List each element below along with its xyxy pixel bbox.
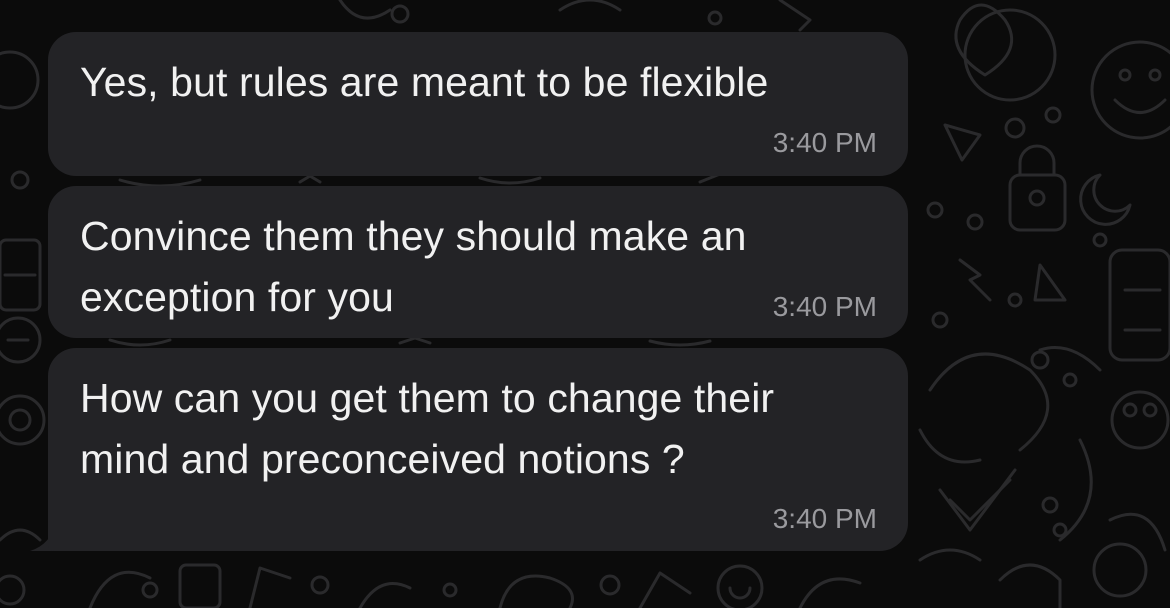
message-bubble[interactable]: Convince them they should make an except… <box>48 186 908 338</box>
message-timestamp: 3:40 PM <box>772 503 877 534</box>
chat-background: Yes, but rules are meant to be flexible … <box>0 0 1170 608</box>
message-text-line: exception for you <box>80 274 394 320</box>
message-text: Yes, but rules are meant to be flexible <box>80 59 769 105</box>
message-text-line: mind and preconceived notions ? <box>80 436 685 482</box>
message-bubble[interactable]: Yes, but rules are meant to be flexible … <box>48 32 908 176</box>
message-text: Convince them they should make an except… <box>80 206 880 328</box>
message-text-line: How can you get them to change their <box>80 375 775 421</box>
message-timestamp: 3:40 PM <box>772 291 877 322</box>
message-timestamp: 3:40 PM <box>772 127 877 158</box>
message-bubble[interactable]: How can you get them to change their min… <box>48 348 908 551</box>
message-text-line: Convince them they should make an <box>80 213 747 259</box>
message-text: How can you get them to change their min… <box>80 368 880 490</box>
